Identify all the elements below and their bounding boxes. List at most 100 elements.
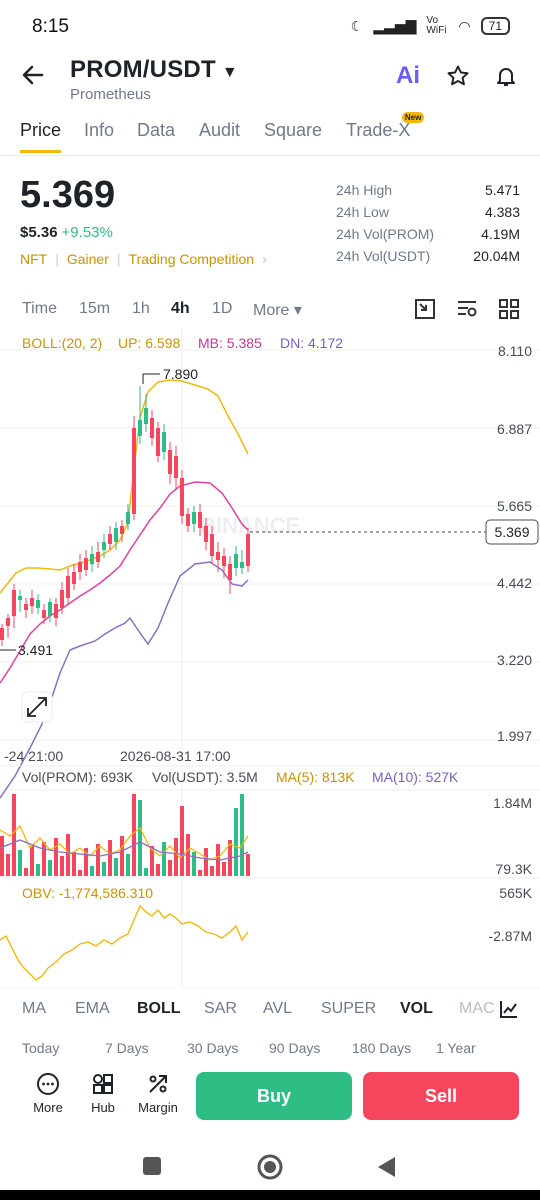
candle (162, 432, 166, 452)
tab-price[interactable]: Price (20, 120, 62, 153)
margin-label: Margin (138, 1100, 178, 1115)
header: PROM/USDT ▼ Prometheus Ai (0, 52, 540, 108)
more-label: More (33, 1100, 63, 1115)
recents-icon[interactable] (142, 1156, 162, 1181)
candle (222, 556, 226, 566)
price-change: +9.53% (61, 224, 113, 241)
candle (156, 428, 160, 456)
depth-chart-icon[interactable] (414, 298, 436, 326)
high-marker: 7.890 (163, 366, 198, 382)
candle (216, 552, 220, 560)
volume-bar (234, 808, 238, 876)
y-tick: 6.887 (497, 421, 532, 437)
tab-square[interactable]: Square (264, 120, 322, 141)
volume-bar (48, 860, 52, 876)
signal-icon: ▂▃▅▇ (373, 17, 417, 34)
hub-button[interactable]: Hub (73, 1072, 133, 1115)
indicator-macd[interactable]: MAC (459, 1000, 495, 1018)
volume-bar (168, 860, 172, 876)
candle (186, 514, 190, 526)
timeframe-4h[interactable]: 4h (171, 300, 190, 318)
tab-trade-x-label: Trade-X (346, 120, 411, 140)
current-price-label: 5.369 (494, 524, 529, 540)
tab-audit[interactable]: Audit (199, 120, 240, 141)
volume-bar (90, 866, 94, 876)
obv-label: OBV: -1,774,586.310 (22, 885, 153, 901)
candle (72, 572, 76, 584)
candle (42, 610, 46, 618)
back-arrow-icon[interactable] (20, 62, 52, 95)
timeframe-time[interactable]: Time (22, 300, 57, 318)
hub-label: Hub (91, 1100, 115, 1115)
indicator-vol[interactable]: VOL (400, 1000, 433, 1018)
bell-icon[interactable] (494, 64, 518, 95)
vol-usdt-label: Vol(USDT): 3.5M (152, 769, 258, 785)
timeframe-1d[interactable]: 1D (212, 300, 232, 318)
indicator-super[interactable]: SUPER (321, 1000, 376, 1018)
back-nav-icon[interactable] (376, 1156, 396, 1183)
candle (36, 600, 40, 608)
stat-value: 5.471 (484, 182, 520, 198)
pair-selector[interactable]: PROM/USDT ▼ (70, 56, 238, 84)
candle (54, 604, 58, 618)
network-label: Vo WiFi (426, 15, 447, 36)
expand-icon[interactable] (21, 691, 53, 723)
tab-info[interactable]: Info (84, 120, 114, 141)
caret-down-icon: ▼ (221, 64, 238, 81)
stat-value: 4.383 (484, 204, 520, 220)
candle (180, 478, 184, 516)
status-icons: ☾ ▂▃▅▇ Vo WiFi ◠ 71 (351, 16, 510, 36)
period-1y[interactable]: 1 Year (436, 1040, 476, 1056)
indicator-settings-icon[interactable] (498, 998, 520, 1025)
sell-button[interactable]: Sell (363, 1072, 519, 1120)
candle (78, 562, 82, 572)
chart-settings-icon[interactable] (456, 298, 478, 326)
indicator-ema[interactable]: EMA (75, 1000, 110, 1018)
timeframe-more[interactable]: More ▾ (253, 300, 302, 320)
tab-trade-x[interactable]: Trade-X New (346, 112, 425, 141)
timeframe-1h[interactable]: 1h (132, 300, 150, 318)
margin-button[interactable]: Margin (128, 1072, 188, 1115)
layout-grid-icon[interactable] (498, 298, 520, 326)
stat-label: 24h Vol(PROM) (336, 226, 435, 242)
candle (66, 576, 70, 598)
volume-bar (198, 870, 202, 876)
tag-trading-competition: Trading Competition (128, 251, 255, 267)
period-7d[interactable]: 7 Days (105, 1040, 149, 1056)
indicator-ma[interactable]: MA (22, 1000, 46, 1018)
status-bar: 8:15 ☾ ▂▃▅▇ Vo WiFi ◠ 71 (0, 0, 540, 52)
home-icon[interactable] (256, 1153, 284, 1186)
star-icon[interactable] (446, 64, 470, 95)
candle (6, 618, 10, 626)
candle (138, 420, 142, 436)
chart-canvas[interactable]: BINANCE BOLL:(20, 2) UP: 6.598 MB: 5.385… (0, 328, 540, 989)
obv-tick: -2.87M (488, 928, 532, 944)
indicator-sar[interactable]: SAR (204, 1000, 237, 1018)
more-button[interactable]: More (18, 1072, 78, 1115)
period-90d[interactable]: 90 Days (269, 1040, 320, 1056)
volume-bar (132, 794, 136, 876)
candle (108, 534, 112, 544)
candle (228, 564, 232, 580)
tab-data[interactable]: Data (137, 120, 175, 141)
ai-icon[interactable]: Ai (396, 62, 420, 90)
indicator-bar: MA EMA BOLL SAR AVL SUPER VOL MAC (0, 996, 540, 1028)
status-time: 8:15 (32, 16, 69, 37)
candle (198, 512, 202, 528)
timeframe-15m[interactable]: 15m (79, 300, 110, 318)
tag-list[interactable]: NFT | Gainer | Trading Competition › (20, 251, 275, 267)
tag-gainer: Gainer (66, 251, 109, 267)
period-today[interactable]: Today (22, 1040, 59, 1056)
candle (120, 526, 124, 534)
candle (24, 604, 28, 610)
volume-bar (246, 854, 250, 876)
buy-button[interactable]: Buy (196, 1072, 352, 1120)
price-chart[interactable]: BINANCE BOLL:(20, 2) UP: 6.598 MB: 5.385… (0, 328, 540, 989)
period-180d[interactable]: 180 Days (352, 1040, 411, 1056)
candle (240, 562, 244, 568)
volume-bar (42, 842, 46, 876)
candle (168, 450, 172, 474)
indicator-avl[interactable]: AVL (263, 1000, 292, 1018)
period-30d[interactable]: 30 Days (187, 1040, 238, 1056)
indicator-boll[interactable]: BOLL (137, 1000, 181, 1018)
